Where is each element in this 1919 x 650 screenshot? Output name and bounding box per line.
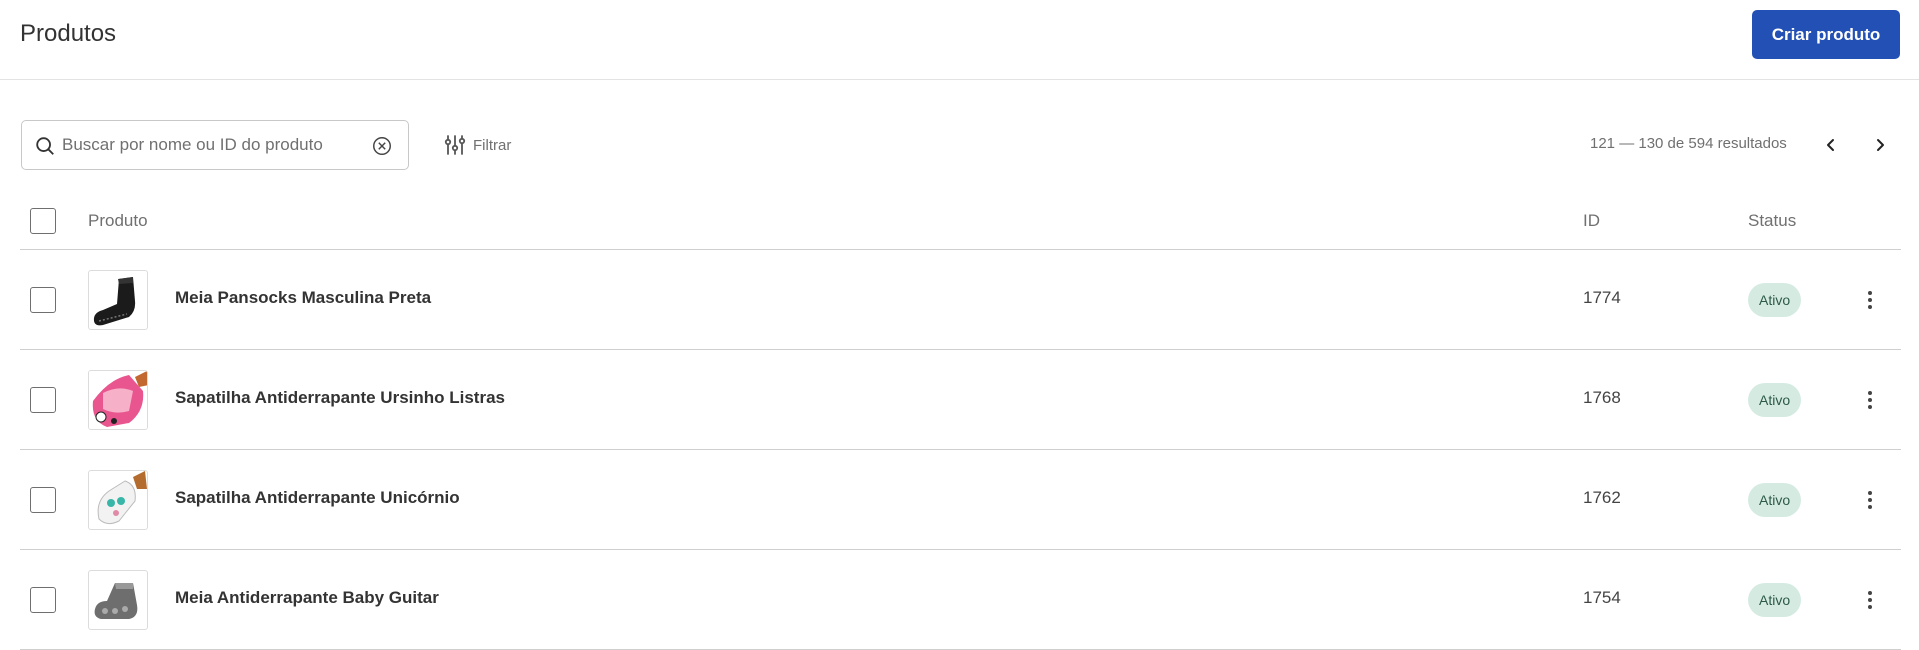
- more-options-icon[interactable]: [1858, 388, 1882, 412]
- product-name[interactable]: Sapatilha Antiderrapante Ursinho Listras: [175, 388, 505, 408]
- more-options-icon[interactable]: [1858, 588, 1882, 612]
- status-badge: Ativo: [1748, 583, 1802, 617]
- table-row[interactable]: Meia Antiderrapante Baby Guitar 1754 Ati…: [20, 550, 1901, 650]
- search-input[interactable]: [62, 131, 372, 159]
- sliders-icon: [444, 135, 466, 155]
- product-name[interactable]: Meia Antiderrapante Baby Guitar: [175, 588, 439, 608]
- chevron-left-icon[interactable]: [1819, 133, 1843, 157]
- product-id: 1774: [1583, 288, 1621, 307]
- search-box[interactable]: [21, 120, 409, 170]
- chevron-right-icon[interactable]: [1868, 133, 1892, 157]
- row-checkbox[interactable]: [30, 287, 56, 313]
- product-name[interactable]: Sapatilha Antiderrapante Unicórnio: [175, 488, 460, 508]
- black-sock-icon: [93, 277, 136, 326]
- filter-button[interactable]: Filtrar: [443, 130, 511, 160]
- table-header: Produto ID Status: [20, 194, 1901, 250]
- table-row[interactable]: Meia Pansocks Masculina Preta 1774 Ativo: [20, 250, 1901, 350]
- row-checkbox[interactable]: [30, 587, 56, 613]
- product-thumbnail[interactable]: [88, 470, 148, 530]
- more-options-icon[interactable]: [1858, 288, 1882, 312]
- select-all-checkbox[interactable]: [30, 208, 56, 234]
- more-options-icon[interactable]: [1858, 488, 1882, 512]
- product-id: 1762: [1583, 488, 1621, 507]
- page-title: Produtos: [20, 20, 117, 47]
- column-header-status[interactable]: Status: [1748, 211, 1796, 231]
- filter-label: Filtrar: [473, 136, 512, 154]
- status-badge: Ativo: [1748, 383, 1802, 417]
- results-count: 121 — 130 de 594 resultados: [1590, 135, 1787, 152]
- product-thumbnail[interactable]: [88, 370, 148, 430]
- table-row[interactable]: Sapatilha Antiderrapante Ursinho Listras…: [20, 350, 1901, 450]
- column-header-product[interactable]: Produto: [88, 211, 148, 231]
- column-header-id[interactable]: ID: [1583, 211, 1600, 231]
- product-name[interactable]: Meia Pansocks Masculina Preta: [175, 288, 431, 308]
- row-checkbox[interactable]: [30, 387, 56, 413]
- pink-slipper-icon: [89, 371, 147, 429]
- row-checkbox[interactable]: [30, 487, 56, 513]
- page-header: Produtos Criar produto: [0, 0, 1919, 80]
- create-product-button[interactable]: Criar produto: [1752, 10, 1900, 59]
- product-thumbnail[interactable]: [88, 270, 148, 330]
- search-icon: [36, 137, 54, 155]
- table-row[interactable]: Sapatilha Antiderrapante Unicórnio 1762 …: [20, 450, 1901, 550]
- status-badge: Ativo: [1748, 483, 1802, 517]
- product-id: 1768: [1583, 388, 1621, 407]
- status-badge: Ativo: [1748, 283, 1802, 317]
- clear-search-icon[interactable]: [371, 135, 393, 157]
- product-id: 1754: [1583, 588, 1621, 607]
- unicorn-slipper-icon: [97, 471, 147, 525]
- gray-sock-icon: [94, 583, 138, 619]
- product-thumbnail[interactable]: [88, 570, 148, 630]
